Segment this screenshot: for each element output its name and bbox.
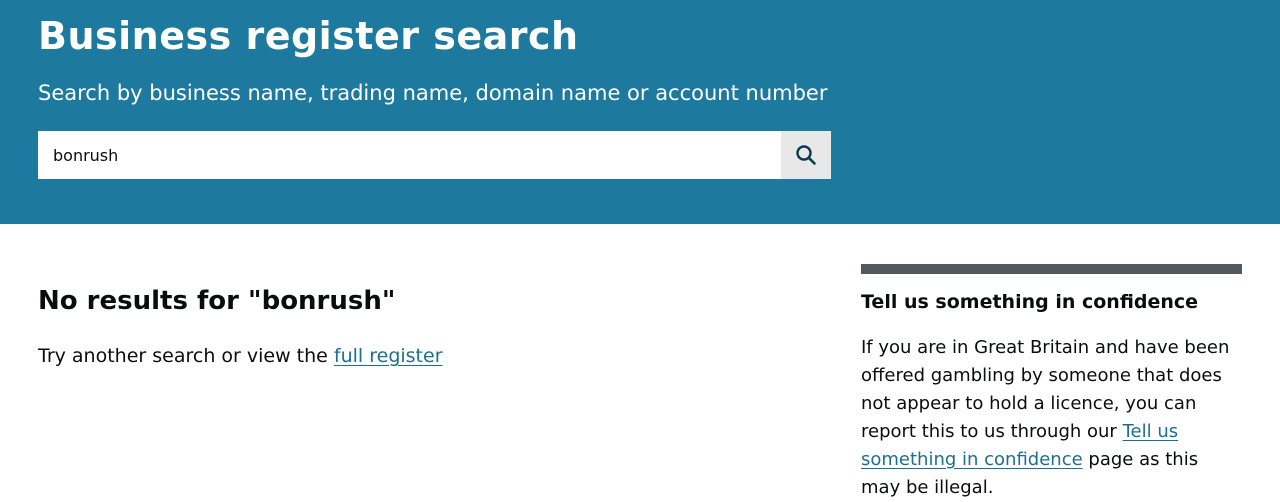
no-results-heading: No results for "bonrush" bbox=[38, 286, 396, 316]
full-register-link[interactable]: full register bbox=[334, 345, 443, 367]
page-subtitle: Search by business name, trading name, d… bbox=[38, 81, 828, 105]
search-icon bbox=[796, 145, 816, 165]
panel-heading: Tell us something in confidence bbox=[861, 291, 1199, 313]
page-header: Business register search Search by busin… bbox=[0, 0, 1280, 224]
panel-body: If you are in Great Britain and have bee… bbox=[861, 334, 1242, 502]
search-button[interactable] bbox=[781, 131, 831, 179]
panel-accent-bar bbox=[861, 264, 1242, 274]
search-input[interactable] bbox=[38, 131, 781, 179]
page-title: Business register search bbox=[38, 14, 579, 58]
try-text: Try another search or view the bbox=[38, 345, 328, 367]
confidence-panel: Tell us something in confidence If you a… bbox=[861, 264, 1242, 502]
try-another-search-text: Try another search or view the full regi… bbox=[38, 345, 443, 367]
